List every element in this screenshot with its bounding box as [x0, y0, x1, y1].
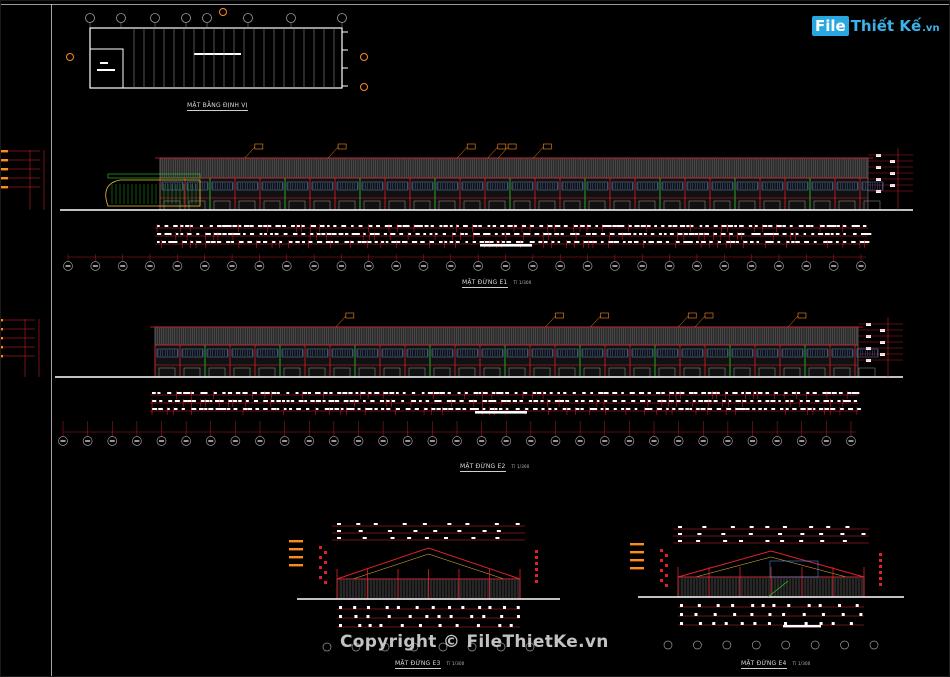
- elevation-e4-drawing: [630, 526, 904, 650]
- site-plan-title: MẶT BẰNG ĐỊNH VỊ: [187, 102, 248, 111]
- elevation-e4-title: MẶT ĐỨNG E4 Tỉ 1/300: [741, 660, 811, 669]
- logo-name: Thiết Kế: [850, 17, 922, 35]
- copyright-watermark: Copyright © FileThietKe.vn: [340, 632, 609, 652]
- site-plan-drawing: [66, 8, 368, 91]
- elevation-e2-title: MẶT ĐỨNG E2 Tỉ 1/300: [460, 463, 530, 472]
- elevation-e1-title: MẶT ĐỨNG E1 Tỉ 1/300: [462, 279, 532, 288]
- site-logo[interactable]: File Thiết Kế .vn: [812, 14, 940, 38]
- cad-drawing-canvas: [0, 0, 950, 677]
- logo-box: File: [812, 16, 849, 36]
- elevation-e1-drawing: [0, 143, 913, 271]
- logo-domain: .vn: [922, 22, 940, 34]
- elevation-e3-title: MẶT ĐỨNG E3 Tỉ 1/300: [395, 660, 465, 669]
- elevation-e2-drawing: [0, 312, 903, 446]
